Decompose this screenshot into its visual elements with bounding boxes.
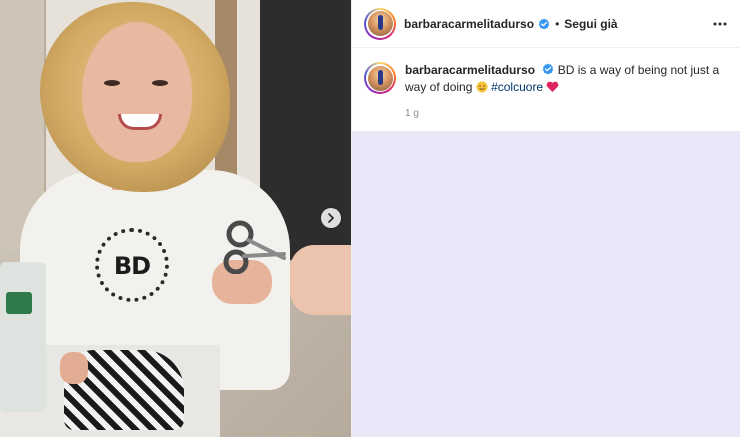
post-caption: barbaracarmelitadurso BD is a way of bei…: [364, 62, 734, 96]
hand-on-fabric: [60, 352, 88, 384]
username-link[interactable]: barbaracarmelitadurso: [404, 17, 534, 31]
red-heart-emoji-icon: [547, 81, 559, 92]
comments-area: [352, 131, 740, 437]
post-header: barbaracarmelitadurso • Segui già: [352, 0, 740, 48]
face: [82, 22, 192, 162]
scissors-icon: [223, 220, 286, 274]
avatar-photo: [367, 65, 393, 91]
caption-avatar[interactable]: [364, 62, 396, 94]
avatar-photo: [367, 11, 393, 36]
caption-username-link[interactable]: barbaracarmelitadurso: [405, 63, 535, 77]
smile-emoji-icon: [476, 81, 488, 93]
post-image: BD: [0, 0, 351, 437]
chevron-right-icon: [328, 213, 334, 223]
post-timestamp[interactable]: 1 g: [405, 108, 419, 119]
following-button[interactable]: Segui già: [564, 17, 617, 31]
caption-body: barbaracarmelitadurso BD is a way of bei…: [405, 62, 725, 96]
post-sidebar: barbaracarmelitadurso • Segui già barbar…: [351, 0, 740, 437]
verified-badge-icon: [538, 18, 550, 29]
sewing-machine: [0, 262, 46, 412]
more-options-button[interactable]: [711, 15, 729, 33]
more-options-icon: [713, 22, 727, 26]
hashtag-link[interactable]: #colcuore: [491, 80, 543, 94]
separator-dot: •: [555, 16, 560, 31]
machine-label: [6, 292, 32, 314]
next-image-button[interactable]: [321, 208, 341, 228]
shirt-logo-text: BD: [113, 252, 151, 280]
verified-badge-icon: [543, 63, 554, 75]
other-hand: [290, 245, 351, 315]
avatar[interactable]: [364, 7, 396, 40]
eye-right: [152, 80, 168, 86]
eye-left: [104, 80, 120, 86]
